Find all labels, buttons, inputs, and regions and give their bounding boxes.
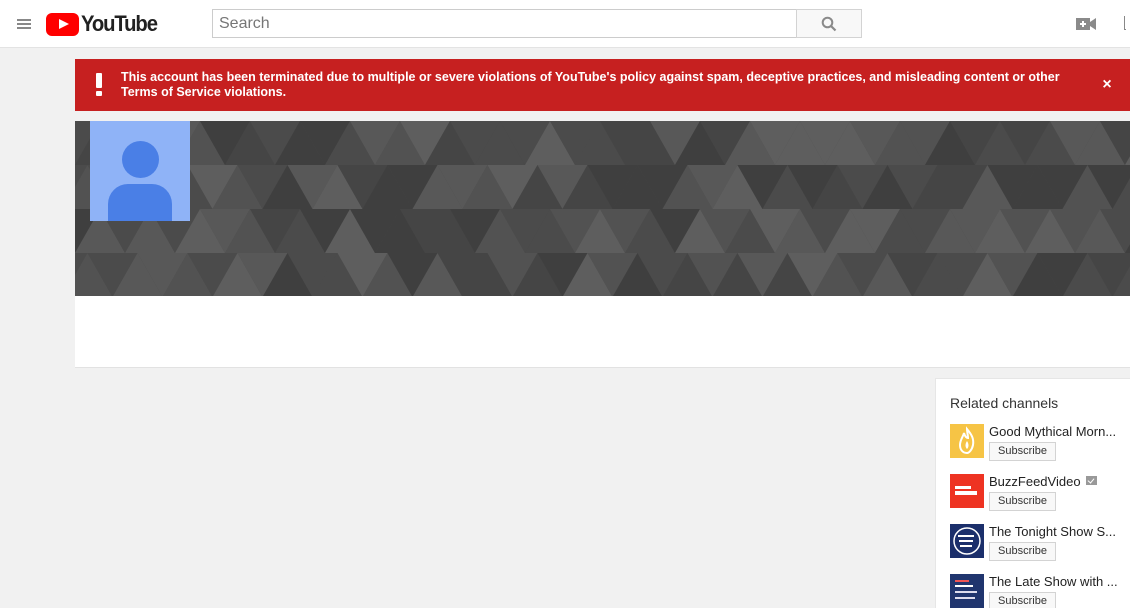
related-channel-item: Good Mythical Morn... Subscribe	[950, 424, 1130, 464]
subscribe-button[interactable]: Subscribe	[989, 442, 1056, 461]
banner-pattern	[75, 121, 1130, 296]
youtube-play-icon	[46, 12, 79, 36]
channel-name[interactable]: Good Mythical Morn...	[989, 424, 1121, 439]
upload-video-button[interactable]	[1074, 12, 1098, 36]
search-button[interactable]	[796, 9, 862, 38]
search-input[interactable]	[212, 9, 796, 38]
related-channel-item: The Tonight Show S... Subscribe	[950, 524, 1130, 564]
related-channels-title: Related channels	[950, 395, 1059, 411]
close-icon[interactable]: ×	[1099, 77, 1115, 93]
video-camera-icon	[1076, 18, 1096, 30]
logo-text: YouTube	[81, 11, 158, 36]
verified-icon	[1085, 476, 1097, 485]
alert-message: This account has been terminated due to …	[121, 70, 1060, 99]
channel-header-strip	[75, 296, 1130, 368]
channel-thumbnail[interactable]	[950, 524, 984, 558]
channel-avatar[interactable]	[90, 121, 190, 221]
related-channel-item: BuzzFeedVideo Subscribe	[950, 474, 1130, 514]
related-channel-item: The Late Show with ... Subscribe	[950, 574, 1130, 608]
channel-name[interactable]: The Late Show with ...	[989, 574, 1121, 589]
search-icon	[821, 16, 837, 31]
late-show-logo-icon	[950, 574, 984, 608]
subscribe-button[interactable]: Subscribe	[989, 542, 1056, 561]
youtube-logo[interactable]: YouTube	[46, 11, 163, 36]
avatar-body	[108, 184, 172, 221]
related-channels-panel: Related channels Good Mythical Morn... S…	[935, 378, 1130, 608]
buzzfeed-logo-icon	[950, 474, 984, 508]
channel-thumbnail[interactable]	[950, 424, 984, 458]
masthead: YouTube	[0, 0, 1130, 48]
channel-name[interactable]: BuzzFeedVideo	[989, 474, 1121, 489]
avatar-head	[122, 141, 159, 178]
subscribe-button[interactable]: Subscribe	[989, 492, 1056, 511]
termination-alert: This account has been terminated due to …	[75, 59, 1130, 111]
exclamation-icon	[95, 71, 103, 97]
flame-logo-icon	[950, 424, 984, 458]
channel-name-text: BuzzFeedVideo	[989, 474, 1081, 489]
account-menu-edge[interactable]	[1124, 16, 1126, 30]
channel-name[interactable]: The Tonight Show S...	[989, 524, 1121, 539]
channel-banner	[75, 121, 1130, 296]
channel-thumbnail[interactable]	[950, 574, 984, 608]
guide-menu-icon[interactable]	[12, 12, 36, 36]
search-box	[212, 9, 862, 38]
subscribe-button[interactable]: Subscribe	[989, 592, 1056, 608]
channel-thumbnail[interactable]	[950, 474, 984, 508]
tonight-show-logo-icon	[950, 524, 984, 558]
